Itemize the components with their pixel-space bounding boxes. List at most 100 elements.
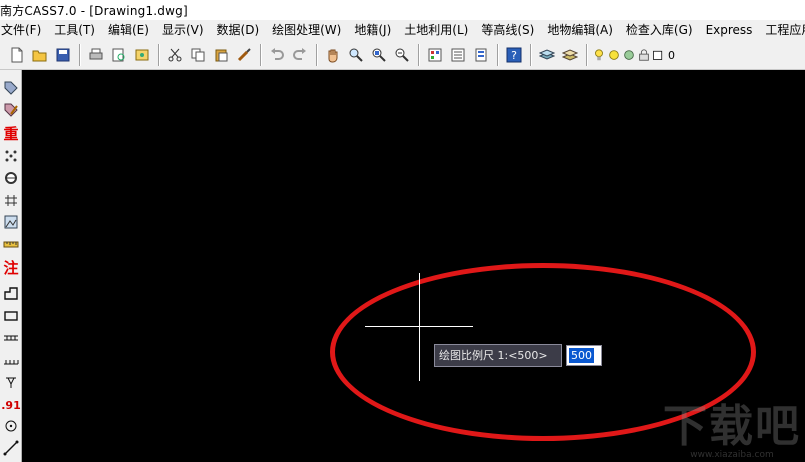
zoom-realtime-button[interactable] bbox=[345, 44, 367, 66]
survey-icon bbox=[5, 172, 17, 184]
paste-button[interactable] bbox=[210, 44, 232, 66]
left-tool-elevation[interactable]: .91 bbox=[1, 395, 21, 415]
building-outline-icon bbox=[4, 287, 18, 300]
layer-manager-button[interactable] bbox=[536, 44, 558, 66]
left-tool-fence[interactable] bbox=[1, 190, 21, 210]
main-toolbar: ? 0 bbox=[0, 41, 805, 70]
rectangle-icon bbox=[4, 311, 18, 321]
title-bar: 南方CASS7.0 - [Drawing1.dwg] bbox=[0, 0, 805, 20]
left-tool-survey[interactable] bbox=[1, 168, 21, 188]
scissors-icon bbox=[168, 48, 182, 62]
new-button[interactable] bbox=[6, 44, 28, 66]
copy-icon bbox=[191, 48, 205, 62]
layer-on-toggle[interactable] bbox=[592, 44, 606, 66]
left-tool-redraw[interactable]: 重 bbox=[1, 123, 21, 143]
control-point-icon bbox=[5, 420, 17, 432]
toolbar-separator bbox=[260, 44, 262, 66]
left-tool-ruler[interactable] bbox=[1, 234, 21, 254]
menu-file[interactable]: 文件(F) bbox=[0, 20, 48, 41]
svg-text:?: ? bbox=[511, 49, 517, 62]
left-tool-control-point[interactable] bbox=[1, 416, 21, 436]
sun-icon bbox=[609, 50, 619, 60]
copy-button[interactable] bbox=[187, 44, 209, 66]
viewport-sun-icon bbox=[624, 50, 634, 60]
redo-button[interactable] bbox=[289, 44, 311, 66]
layer-lock-toggle[interactable] bbox=[637, 44, 651, 66]
line-icon bbox=[3, 440, 19, 456]
left-tool-point[interactable] bbox=[1, 78, 21, 98]
left-tool-wall[interactable] bbox=[1, 350, 21, 370]
publish-button[interactable] bbox=[131, 44, 153, 66]
scale-input[interactable]: 500 bbox=[566, 345, 602, 366]
zoom-previous-button[interactable] bbox=[391, 44, 413, 66]
left-tool-line[interactable] bbox=[1, 438, 21, 458]
save-icon bbox=[56, 48, 70, 62]
save-button[interactable] bbox=[52, 44, 74, 66]
menu-contour[interactable]: 等高线(S) bbox=[475, 20, 541, 41]
help-button[interactable]: ? bbox=[503, 44, 525, 66]
pan-button[interactable] bbox=[322, 44, 344, 66]
layers-stack-icon bbox=[562, 49, 578, 61]
design-center-button[interactable] bbox=[447, 44, 469, 66]
left-tool-tree[interactable] bbox=[1, 372, 21, 392]
layer-freeze-toggle[interactable] bbox=[607, 44, 621, 66]
menu-view[interactable]: 显示(V) bbox=[156, 20, 211, 41]
cut-button[interactable] bbox=[164, 44, 186, 66]
grid-dots-icon bbox=[5, 150, 17, 162]
point-tag-icon bbox=[4, 81, 18, 95]
menu-cadastre[interactable]: 地籍(J) bbox=[348, 20, 398, 41]
menu-check[interactable]: 检查入库(G) bbox=[620, 20, 700, 41]
left-toolbar: 重 注 .91 bbox=[0, 70, 22, 462]
layer-name[interactable]: 0 bbox=[668, 49, 675, 62]
menu-engineering[interactable]: 工程应用 bbox=[759, 20, 805, 41]
preview-button[interactable] bbox=[108, 44, 130, 66]
design-center-icon bbox=[451, 48, 465, 62]
print-button[interactable] bbox=[85, 44, 107, 66]
color-swatch-icon bbox=[653, 50, 663, 60]
menu-edit[interactable]: 编辑(E) bbox=[102, 20, 156, 41]
left-tool-railway[interactable] bbox=[1, 328, 21, 348]
left-tool-edit[interactable] bbox=[1, 100, 21, 120]
toolbar-separator bbox=[158, 44, 160, 66]
zoom-window-icon bbox=[372, 48, 386, 62]
layer-previous-button[interactable] bbox=[559, 44, 581, 66]
pencil-tag-icon bbox=[4, 103, 18, 117]
left-tool-grid[interactable] bbox=[1, 146, 21, 166]
paste-icon bbox=[215, 49, 228, 62]
toolbar-separator bbox=[79, 44, 81, 66]
open-button[interactable] bbox=[29, 44, 51, 66]
zoom-window-button[interactable] bbox=[368, 44, 390, 66]
brush-icon bbox=[237, 48, 251, 62]
open-folder-icon bbox=[32, 50, 47, 62]
menu-drawing[interactable]: 绘图处理(W) bbox=[266, 20, 348, 41]
layer-color-swatch[interactable] bbox=[652, 44, 664, 66]
undo-button[interactable] bbox=[266, 44, 288, 66]
menu-bar: 文件(F) 工具(T) 编辑(E) 显示(V) 数据(D) 绘图处理(W) 地籍… bbox=[0, 20, 805, 41]
menu-express[interactable]: Express bbox=[700, 20, 760, 41]
annotate-char: 注 bbox=[3, 258, 19, 277]
publish-icon bbox=[135, 49, 149, 61]
match-properties-button[interactable] bbox=[233, 44, 255, 66]
menu-data[interactable]: 数据(D) bbox=[211, 20, 267, 41]
menu-tools[interactable]: 工具(T) bbox=[48, 20, 102, 41]
left-tool-annotate[interactable]: 注 bbox=[1, 257, 21, 277]
new-file-icon bbox=[11, 47, 23, 63]
undo-icon bbox=[271, 48, 284, 60]
zoom-previous-icon bbox=[395, 48, 409, 62]
wall-icon bbox=[4, 360, 19, 365]
crosshair-vertical bbox=[419, 273, 420, 381]
layer-viewport-toggle[interactable] bbox=[622, 44, 636, 66]
menu-land-use[interactable]: 土地利用(L) bbox=[398, 20, 475, 41]
left-tool-building[interactable] bbox=[1, 283, 21, 303]
watermark: 下载吧 www.xiazaiba.com bbox=[663, 404, 801, 461]
preview-icon bbox=[112, 48, 125, 62]
terrain-icon bbox=[4, 215, 18, 229]
left-tool-rectangle[interactable] bbox=[1, 306, 21, 326]
tool-palette-button[interactable] bbox=[470, 44, 492, 66]
tool-palette-icon bbox=[475, 48, 487, 62]
menu-feature-edit[interactable]: 地物编辑(A) bbox=[541, 20, 620, 41]
left-tool-terrain[interactable] bbox=[1, 212, 21, 232]
redo-icon bbox=[293, 48, 306, 60]
print-icon bbox=[89, 48, 103, 60]
properties-button[interactable] bbox=[424, 44, 446, 66]
